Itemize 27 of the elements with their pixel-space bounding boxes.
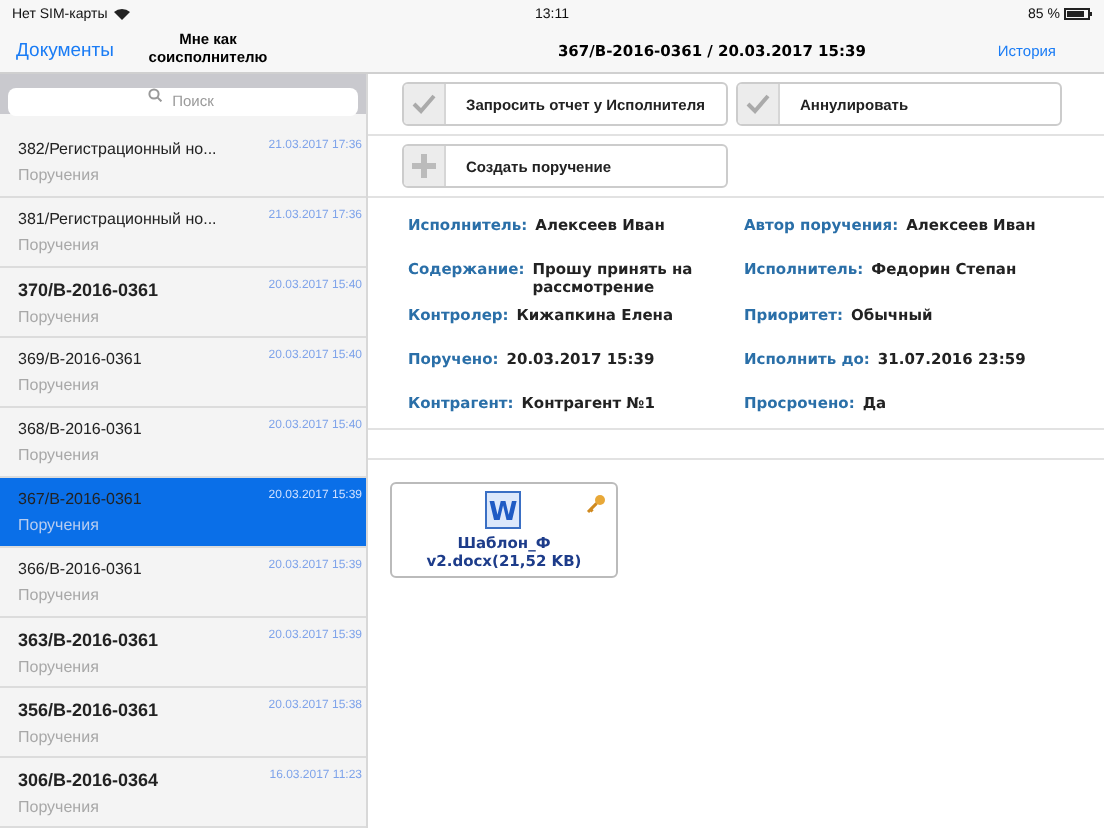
document-number: 369/В-2016-0361	[18, 350, 144, 368]
document-number: 366/В-2016-0361	[18, 560, 144, 578]
checkmark-icon	[746, 94, 770, 114]
checkmark-icon	[412, 94, 436, 114]
back-link[interactable]: Документы	[16, 39, 114, 61]
document-type: Поручения	[18, 307, 101, 325]
plus-icon	[412, 154, 436, 178]
document-number: 363/В-2016-0361	[18, 629, 161, 649]
battery-icon	[1064, 8, 1092, 20]
document-type: Поручения	[18, 727, 101, 745]
document-type: Поручения	[18, 236, 101, 254]
document-number: 370/В-2016-0361	[18, 279, 161, 299]
document-icon: W	[484, 490, 524, 530]
document-number: 368/В-2016-0361	[18, 420, 144, 438]
document-number: 381/Регистрационный но...	[18, 210, 219, 228]
document-type: Поручения	[18, 166, 101, 184]
wifi-icon	[113, 8, 130, 20]
document-type: Поручения	[18, 586, 101, 604]
document-type: Поручения	[18, 376, 101, 394]
document-type: Поручения	[18, 657, 101, 675]
document-type: Поручения	[18, 797, 101, 815]
document-type: Поручения	[18, 516, 101, 534]
document-number: 367/В-2016-0361	[18, 490, 144, 508]
document-type: Поручения	[18, 446, 101, 464]
document-number: 356/В-2016-0361	[18, 699, 161, 719]
document-number: 382/Регистрационный но...	[18, 140, 219, 158]
document-number: 306/В-2016-0364	[18, 769, 161, 789]
